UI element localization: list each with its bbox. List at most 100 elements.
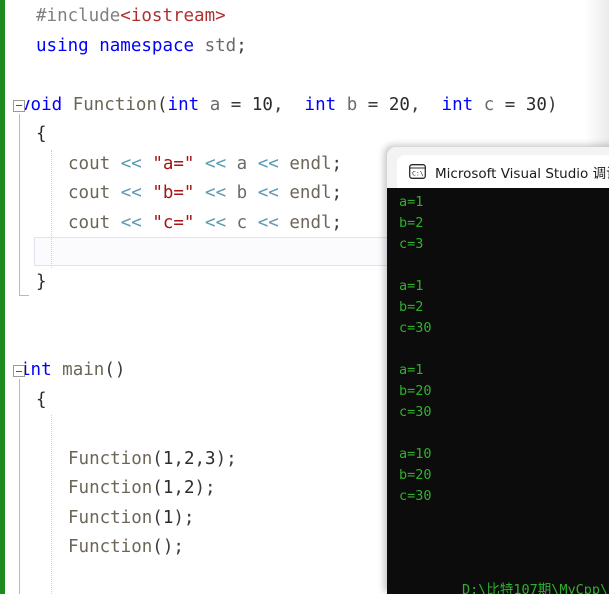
code-token: "a=" xyxy=(152,153,195,174)
code-token: << xyxy=(205,212,227,233)
code-token: << xyxy=(205,153,227,174)
code-line[interactable]: { xyxy=(6,120,606,150)
console-title-bar[interactable]: C:\ Microsoft Visual Studio 调试控 xyxy=(387,147,609,190)
code-token: << xyxy=(257,153,279,174)
code-line[interactable] xyxy=(6,61,606,91)
code-token: void xyxy=(20,94,63,115)
code-token: ; xyxy=(331,153,343,174)
console-tab[interactable]: C:\ Microsoft Visual Studio 调试控 xyxy=(397,155,609,190)
code-token: << xyxy=(120,212,142,233)
code-token: ; xyxy=(331,183,343,203)
code-token: << xyxy=(257,183,279,203)
code-line[interactable]: void Function(int a = 10, int b = 20, in… xyxy=(6,91,606,121)
code-line-text: int main() xyxy=(20,356,125,386)
code-token: 20 xyxy=(388,94,410,115)
code-token: 10 xyxy=(251,94,273,115)
code-token: 1 xyxy=(162,478,174,498)
code-token: , xyxy=(409,94,442,115)
code-token: ); xyxy=(215,448,237,469)
code-token: Function xyxy=(68,478,153,498)
collapse-main-region[interactable] xyxy=(13,365,25,377)
code-token: std xyxy=(204,35,237,56)
code-token: "c=" xyxy=(152,212,195,233)
collapse-function-region[interactable] xyxy=(13,99,25,112)
code-token: , xyxy=(272,94,305,115)
code-line-text: using namespace std; xyxy=(36,32,247,62)
code-token: () xyxy=(104,360,126,380)
code-token: << xyxy=(205,183,227,203)
code-token: int xyxy=(167,94,200,115)
code-token: ); xyxy=(173,507,195,528)
code-line[interactable]: using namespace std; xyxy=(6,32,606,62)
code-token: = xyxy=(494,94,526,115)
code-token: a xyxy=(209,94,221,115)
code-token: { xyxy=(36,389,47,410)
code-token: ); xyxy=(194,478,216,498)
code-token: #include xyxy=(36,6,121,26)
debug-console-window[interactable]: C:\ Microsoft Visual Studio 调试控 a=1 b=2 … xyxy=(387,147,609,594)
code-token: 1 xyxy=(162,448,174,469)
code-token: ( xyxy=(152,478,163,498)
screenshot-root: #include<iostream> using namespace std; vo… xyxy=(0,0,609,594)
code-token: ; xyxy=(331,212,343,233)
code-token: Function xyxy=(68,448,153,469)
code-token: ( xyxy=(152,448,163,469)
code-token: using xyxy=(36,35,89,56)
code-token: ( xyxy=(157,94,168,115)
code-token: 2 xyxy=(183,448,195,469)
code-token: 2 xyxy=(183,478,195,498)
code-token: ) xyxy=(546,94,558,115)
code-token: 3 xyxy=(205,448,216,469)
code-line-text: #include<iostream> xyxy=(36,2,226,32)
code-token: Function xyxy=(68,537,153,557)
console-output-area[interactable]: a=1 b=2 c=3 a=1 b=2 c=30 a=1 b=20 c=30 a… xyxy=(387,188,609,594)
indent-guide xyxy=(51,149,52,268)
code-token: endl xyxy=(289,153,332,174)
code-line[interactable]: #include<iostream> xyxy=(6,2,606,32)
code-token: int xyxy=(304,94,337,115)
code-token: namespace xyxy=(99,35,195,56)
indent-guide xyxy=(51,415,52,594)
code-line-text: { xyxy=(36,386,47,416)
current-line-highlight xyxy=(34,237,394,266)
code-token: cout xyxy=(68,212,111,233)
scope-guide xyxy=(19,379,20,594)
scope-guide-foot xyxy=(19,294,29,296)
code-line-text: Function(1,2,3); xyxy=(68,445,237,475)
code-line-text: } xyxy=(36,268,47,298)
code-line-text: cout << "b=" << b << endl; xyxy=(68,179,342,209)
code-token: 1 xyxy=(162,507,174,528)
code-token: c xyxy=(483,94,495,115)
code-line-text: void Function(int a = 10, int b = 20, in… xyxy=(20,91,557,121)
console-output-text: a=1 b=2 c=3 a=1 b=2 c=30 a=1 b=20 c=30 a… xyxy=(399,194,432,504)
code-token: << xyxy=(120,183,142,203)
code-token: } xyxy=(36,271,47,292)
code-token: b xyxy=(346,94,358,115)
code-token: int xyxy=(441,94,474,115)
code-token: (); xyxy=(152,537,184,557)
console-exit-message: D:\比特107期\MyCpp\航哥我来 按任意键关闭此窗口. . . xyxy=(397,560,609,594)
svg-text:C:\: C:\ xyxy=(412,170,424,178)
console-window-icon: C:\ xyxy=(409,164,426,179)
code-line-text: { xyxy=(36,120,47,150)
console-title-label: Microsoft Visual Studio 调试控 xyxy=(435,166,609,182)
code-line-text: cout << "a=" << a << endl; xyxy=(68,150,342,180)
code-token: b xyxy=(236,183,248,203)
